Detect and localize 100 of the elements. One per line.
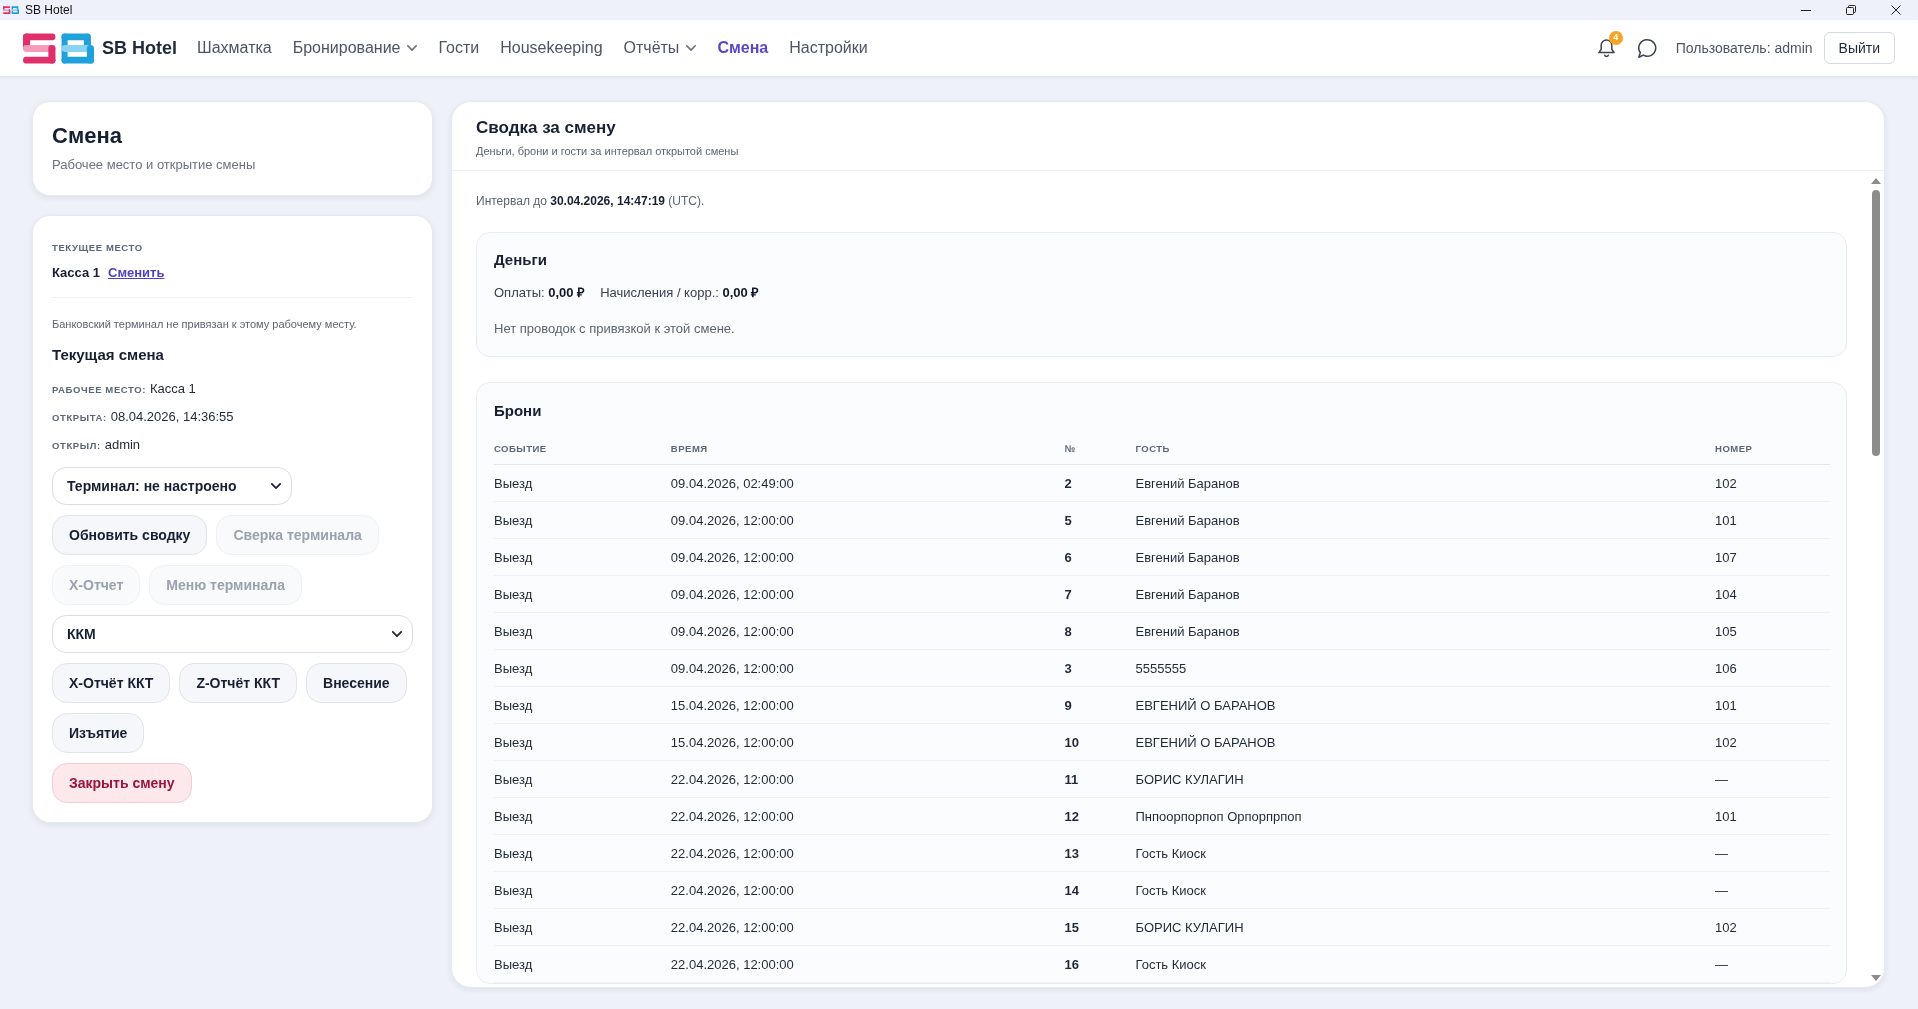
table-cell: 8 — [1064, 623, 1072, 639]
table-cell: Выезд — [494, 882, 533, 898]
chat-icon[interactable] — [1637, 38, 1657, 58]
table-cell: Гость Киоск — [1135, 956, 1206, 972]
table-cell: 101 — [1715, 808, 1737, 824]
select-field[interactable]: Терминал: не настроено — [52, 467, 292, 505]
table-cell: Евгений Баранов — [1135, 549, 1240, 565]
table-cell: 22.04.2026, 12:00:00 — [670, 845, 794, 861]
action-button[interactable]: Внесение — [306, 663, 407, 703]
table-cell: 09.04.2026, 12:00:00 — [670, 549, 794, 565]
column-header: СОБЫТИЕ — [494, 443, 547, 454]
table-cell: 10 — [1064, 734, 1080, 750]
total-text: Оплаты: 0,00 ₽ — [494, 284, 586, 302]
nav-tab[interactable]: Отчёты — [623, 35, 697, 61]
table-cell: — — [1715, 771, 1729, 787]
empty-note: Нет проводок с привязкой к этой смене. — [494, 320, 736, 338]
table-cell: 105 — [1715, 623, 1737, 639]
column-header: ГОСТЬ — [1135, 443, 1170, 454]
table-cell: Евгений Баранов — [1135, 586, 1240, 602]
column-header: № — [1064, 443, 1076, 454]
table-cell: 09.04.2026, 12:00:00 — [670, 623, 794, 639]
section-title: Текущая смена — [52, 345, 165, 365]
table-cell: 5 — [1064, 512, 1072, 528]
chevron-down-icon — [392, 631, 402, 637]
table-cell: БОРИС КУЛАГИН — [1135, 919, 1244, 935]
table-cell: Выезд — [494, 845, 533, 861]
table-cell: 101 — [1715, 512, 1737, 528]
user-label: Пользователь: admin — [1675, 40, 1813, 56]
nav-tab[interactable]: Настройки — [789, 35, 868, 61]
field-label: ОТКРЫТА: — [52, 412, 107, 424]
table-cell: Гость Киоск — [1135, 882, 1206, 898]
interval-text: Интервал до 30.04.2026, 14:47:19 (UTC). — [476, 193, 706, 209]
table-cell: 102 — [1715, 475, 1737, 491]
action-button[interactable]: Z-Отчёт ККТ — [179, 663, 298, 703]
select-field[interactable]: ККМ — [52, 615, 413, 653]
panel-subtitle: Деньги, брони и гости за интервал открытой смены — [476, 144, 740, 158]
table-cell: 16 — [1064, 956, 1080, 972]
table-cell: 107 — [1715, 549, 1737, 565]
table-cell: 101 — [1715, 697, 1737, 713]
restore-icon — [1845, 5, 1856, 15]
scrollbar[interactable] — [1869, 177, 1882, 982]
action-button[interactable]: Х-Отчёт ККТ — [52, 663, 171, 703]
bell-icon[interactable] — [1597, 38, 1615, 58]
table-cell: 09.04.2026, 12:00:00 — [670, 512, 794, 528]
field-label: ОТКРЫЛ: — [52, 440, 101, 452]
table-cell: Выезд — [494, 919, 533, 935]
table-cell: 3 — [1064, 660, 1072, 676]
table-cell: Выезд — [494, 586, 533, 602]
field-value: 08.04.2026, 14:36:55 — [110, 408, 234, 426]
total-text: Начисления / корр.: 0,00 ₽ — [600, 284, 760, 302]
terminal-notice: Банковский терминал не привязан к этому рабочему месту. — [52, 317, 358, 331]
table-cell: ЕВГЕНИЙ О БАРАНОВ — [1135, 734, 1276, 750]
field-value: Касса 1 — [149, 380, 196, 398]
table-cell: 22.04.2026, 12:00:00 — [670, 771, 794, 787]
minimize-icon — [1800, 9, 1811, 11]
table-cell: Евгений Баранов — [1135, 475, 1240, 491]
table-cell: Выезд — [494, 623, 533, 639]
table-cell: 09.04.2026, 12:00:00 — [670, 586, 794, 602]
action-button[interactable]: Изъятие — [52, 713, 145, 753]
table-cell: 6 — [1064, 549, 1072, 565]
logout-button[interactable]: Выйти — [1823, 32, 1895, 64]
table-cell: БОРИС КУЛАГИН — [1135, 771, 1244, 787]
table-cell: ЕВГЕНИЙ О БАРАНОВ — [1135, 697, 1276, 713]
section-label: ТЕКУЩЕЕ МЕСТО — [52, 242, 143, 254]
table-cell: 2 — [1064, 475, 1072, 491]
section-title: Деньги — [494, 250, 548, 270]
table-cell: 15 — [1064, 919, 1080, 935]
nav-tab[interactable]: Шахматка — [197, 35, 272, 61]
table-cell: 11 — [1064, 771, 1079, 787]
notification-badge: 4 — [1608, 30, 1623, 45]
panel-title: Сводка за смену — [476, 118, 617, 138]
table-cell: 15.04.2026, 12:00:00 — [670, 697, 794, 713]
table-cell: 12 — [1064, 808, 1080, 824]
table-cell: 7 — [1064, 586, 1072, 602]
table-cell: 13 — [1064, 845, 1080, 861]
table-cell: 5555555 — [1135, 660, 1187, 676]
table-cell: 09.04.2026, 12:00:00 — [670, 660, 794, 676]
table-cell: Пнпоорпорпоп Орпорпрпоп — [1135, 808, 1302, 824]
table-cell: 14 — [1064, 882, 1080, 898]
table-cell: Выезд — [494, 549, 533, 565]
close-icon — [1890, 5, 1901, 15]
table-cell: 09.04.2026, 02:49:00 — [670, 475, 794, 491]
table-cell: Выезд — [494, 734, 533, 750]
table-cell: 22.04.2026, 12:00:00 — [670, 956, 794, 972]
nav-tab[interactable]: Housekeeping — [500, 35, 603, 61]
column-header: ВРЕМЯ — [670, 443, 708, 454]
nav-tab[interactable]: Гости — [438, 35, 480, 61]
field-label: РАБОЧЕЕ МЕСТО: — [52, 384, 146, 396]
table-cell: 106 — [1715, 660, 1737, 676]
close-shift-button[interactable]: Закрыть смену — [52, 763, 192, 803]
table-cell: — — [1715, 845, 1729, 861]
table-cell: Выезд — [494, 808, 533, 824]
table-cell: 104 — [1715, 586, 1737, 602]
section-title: Брони — [494, 401, 543, 421]
action-button[interactable]: Обновить сводку — [52, 515, 208, 555]
change-link[interactable]: Сменить — [108, 264, 165, 282]
table-cell: Евгений Баранов — [1135, 512, 1240, 528]
nav-tab[interactable]: Бронирование — [292, 35, 418, 61]
table-cell: Евгений Баранов — [1135, 623, 1240, 639]
nav-tab[interactable]: Смена — [717, 35, 769, 61]
